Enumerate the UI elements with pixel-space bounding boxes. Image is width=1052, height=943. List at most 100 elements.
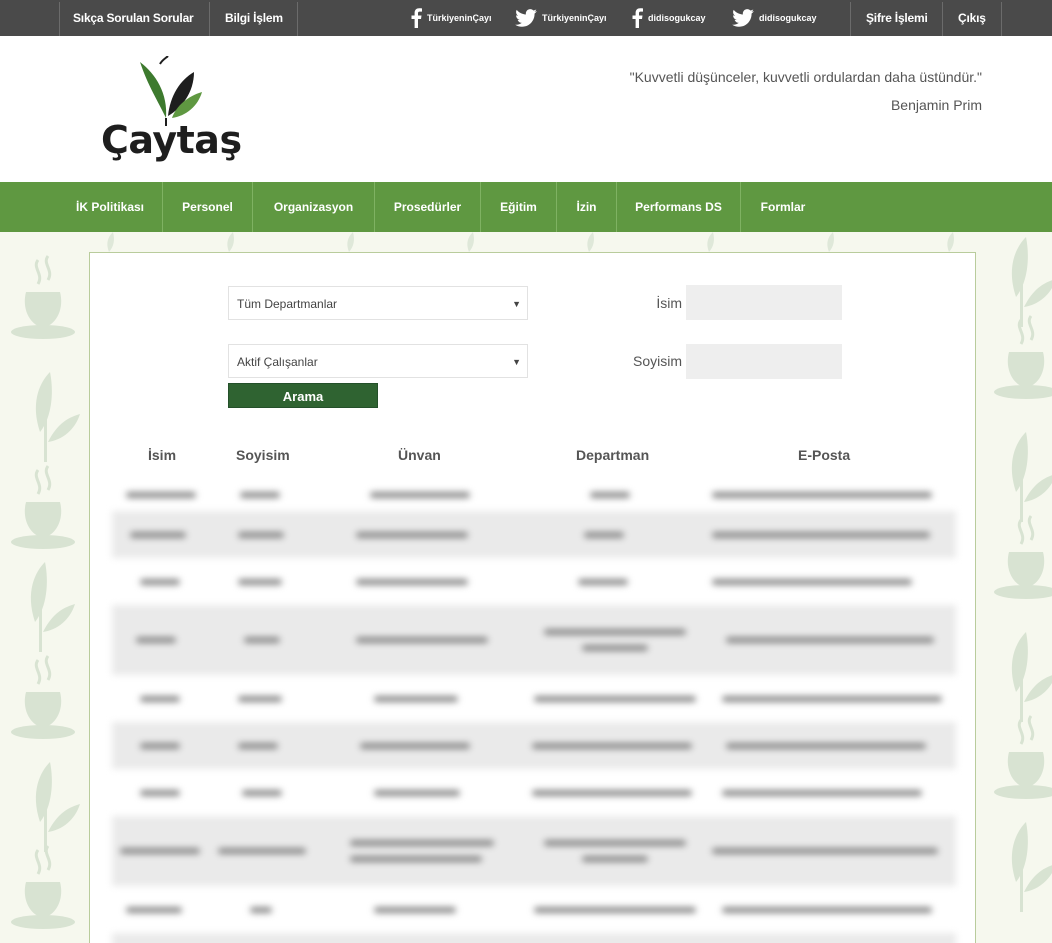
name-input[interactable] xyxy=(686,285,842,320)
twitter-link-turkiyenincayi[interactable]: TürkiyeninÇayı xyxy=(515,0,607,36)
department-select-value: Tüm Departmanlar xyxy=(237,297,338,311)
redacted-cell xyxy=(722,906,932,913)
twitter-link-didisogukcay[interactable]: didisogukcay xyxy=(732,0,817,36)
header: Çaytaş "Kuvvetli düşünceler, kuvvetli or… xyxy=(0,36,1052,182)
nav-item-organizasyon[interactable]: Organizasyon xyxy=(253,182,374,232)
column-header-title[interactable]: Ünvan xyxy=(398,447,441,463)
redacted-cell xyxy=(590,491,630,498)
table-row[interactable] xyxy=(112,478,956,511)
redacted-cell xyxy=(712,491,932,498)
nav-item-ik-politikasi[interactable]: İK Politikası xyxy=(58,182,162,232)
social-label: TürkiyeninÇayı xyxy=(427,13,492,23)
redacted-cell xyxy=(356,578,468,585)
redacted-cell xyxy=(238,695,282,702)
column-header-surname[interactable]: Soyisim xyxy=(236,447,290,463)
redacted-cell xyxy=(712,531,930,538)
nav-item-personel[interactable]: Personel xyxy=(163,182,252,232)
redacted-cell xyxy=(582,645,648,651)
column-header-department[interactable]: Departman xyxy=(576,447,649,463)
redacted-cell xyxy=(356,637,488,643)
surname-input[interactable] xyxy=(686,344,842,379)
redacted-cell xyxy=(244,637,280,643)
main-nav: İK Politikası Personel Organizasyon Pros… xyxy=(0,182,1052,232)
background-pattern-left xyxy=(11,255,80,929)
redacted-cell xyxy=(130,531,186,538)
facebook-icon xyxy=(411,8,422,28)
twitter-icon xyxy=(732,9,754,27)
dropdown-arrow-icon: ▼ xyxy=(512,299,521,309)
name-label: İsim xyxy=(656,295,682,311)
redacted-cell xyxy=(140,578,180,585)
redacted-cell xyxy=(370,491,470,498)
facebook-link-turkiyenincayi[interactable]: TürkiyeninÇayı xyxy=(410,0,492,36)
background-pattern-top xyxy=(107,232,954,252)
redacted-cell xyxy=(120,848,200,854)
redacted-cell xyxy=(374,789,460,796)
redacted-cell xyxy=(722,789,922,796)
table-row[interactable] xyxy=(112,558,956,605)
top-bar-separator xyxy=(942,2,943,36)
redacted-cell xyxy=(582,856,648,862)
redacted-cell xyxy=(578,578,628,585)
redacted-cell xyxy=(534,695,696,702)
nav-item-formlar[interactable]: Formlar xyxy=(741,182,825,232)
status-select[interactable]: Aktif Çalışanlar ▼ xyxy=(228,344,528,378)
dropdown-arrow-icon: ▼ xyxy=(512,357,521,367)
password-link[interactable]: Şifre İşlemi xyxy=(866,0,928,36)
top-bar: Sıkça Sorulan Sorular Bilgi İşlem Türkiy… xyxy=(0,0,1052,36)
social-label: didisogukcay xyxy=(648,13,706,23)
background-pattern-right xyxy=(994,237,1052,912)
twitter-icon xyxy=(515,9,537,27)
facebook-link-didisogukcay[interactable]: didisogukcay xyxy=(631,0,706,36)
redacted-cell xyxy=(218,848,306,854)
nav-item-izin[interactable]: İzin xyxy=(557,182,616,232)
it-link[interactable]: Bilgi İşlem xyxy=(225,0,283,36)
redacted-cell xyxy=(356,531,468,538)
redacted-cell xyxy=(374,906,456,913)
top-bar-separator xyxy=(209,2,210,36)
redacted-cell xyxy=(374,695,458,702)
logout-link[interactable]: Çıkış xyxy=(958,0,986,36)
social-label: didisogukcay xyxy=(759,13,817,23)
redacted-cell xyxy=(126,491,196,498)
tea-leaf-icon xyxy=(140,56,202,126)
redacted-cell xyxy=(140,789,180,796)
top-bar-separator xyxy=(59,2,60,36)
nav-item-prosedurler[interactable]: Prosedürler xyxy=(375,182,480,232)
redacted-cell xyxy=(722,695,942,702)
table-row[interactable] xyxy=(112,722,956,769)
nav-item-performans-ds[interactable]: Performans DS xyxy=(617,182,740,232)
surname-label: Soyisim xyxy=(632,353,682,369)
redacted-cell xyxy=(126,906,182,913)
redacted-cell xyxy=(532,789,692,796)
redacted-cell xyxy=(350,840,494,846)
table-row[interactable] xyxy=(112,511,956,558)
employee-table-body xyxy=(112,478,956,943)
redacted-cell xyxy=(140,742,180,749)
redacted-cell xyxy=(584,531,624,538)
table-row[interactable] xyxy=(112,933,956,943)
redacted-cell xyxy=(238,578,282,585)
table-row[interactable] xyxy=(112,816,956,886)
redacted-cell xyxy=(250,906,272,913)
table-row[interactable] xyxy=(112,886,956,933)
logo-text: Çaytaş xyxy=(101,118,242,162)
social-label: TürkiyeninÇayı xyxy=(542,13,607,23)
department-select[interactable]: Tüm Departmanlar ▼ xyxy=(228,286,528,320)
nav-item-egitim[interactable]: Eğitim xyxy=(481,182,556,232)
redacted-cell xyxy=(726,637,934,643)
redacted-cell xyxy=(350,856,482,862)
search-button[interactable]: Arama xyxy=(228,383,378,408)
redacted-cell xyxy=(238,742,278,749)
table-row[interactable] xyxy=(112,769,956,816)
table-row[interactable] xyxy=(112,675,956,722)
faq-link[interactable]: Sıkça Sorulan Sorular xyxy=(73,0,194,36)
top-bar-separator xyxy=(1001,2,1002,36)
company-logo[interactable]: Çaytaş xyxy=(98,56,242,168)
column-header-email[interactable]: E-Posta xyxy=(798,447,850,463)
redacted-cell xyxy=(240,491,280,498)
facebook-icon xyxy=(632,8,643,28)
column-header-name[interactable]: İsim xyxy=(148,447,176,463)
top-bar-separator xyxy=(850,2,851,36)
table-row[interactable] xyxy=(112,605,956,675)
